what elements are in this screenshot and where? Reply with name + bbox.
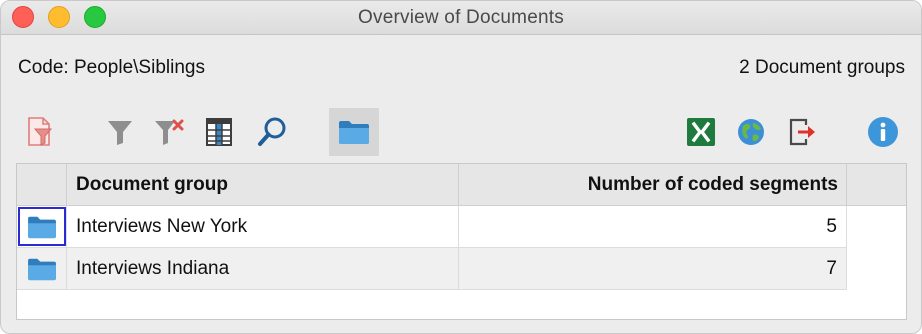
overview-window: Overview of Documents Code: People\Sibli… <box>0 0 922 334</box>
search-icon <box>258 117 286 146</box>
globe-icon <box>738 119 764 145</box>
table-view-button[interactable] <box>194 108 244 156</box>
document-filter-icon <box>28 117 53 146</box>
export-html-button[interactable] <box>726 108 776 156</box>
filter-button[interactable] <box>95 108 145 156</box>
table-header: Document group Number of coded segments <box>17 164 906 206</box>
export-button[interactable] <box>778 108 828 156</box>
coded-segments-count: 7 <box>459 248 847 289</box>
info-button[interactable] <box>858 108 908 156</box>
document-filter-button[interactable] <box>15 108 65 156</box>
table-row[interactable]: Interviews New York 5 <box>17 206 847 248</box>
export-excel-button[interactable] <box>676 108 726 156</box>
filter-icon <box>108 121 132 145</box>
document-groups-table: Document group Number of coded segments … <box>16 163 907 320</box>
document-group-name: Interviews New York <box>67 206 459 247</box>
table-columns-icon <box>206 118 232 146</box>
folder-icon <box>27 258 56 280</box>
search-button[interactable] <box>247 108 297 156</box>
document-groups-toggle[interactable] <box>329 108 379 156</box>
table-row[interactable]: Interviews Indiana 7 <box>17 248 847 290</box>
clear-filter-button[interactable] <box>144 108 194 156</box>
title-bar[interactable]: Overview of Documents <box>1 1 921 35</box>
column-header-coded-segments[interactable]: Number of coded segments <box>459 164 847 206</box>
folder-icon <box>339 121 369 144</box>
column-header-document-group[interactable]: Document group <box>67 164 459 206</box>
folder-icon <box>27 216 56 238</box>
coded-segments-count: 5 <box>459 206 847 247</box>
clear-filter-icon <box>155 119 184 145</box>
code-label: Code: People\Siblings <box>18 57 205 78</box>
icon-column-header[interactable] <box>17 164 67 206</box>
excel-export-icon <box>687 118 715 146</box>
info-icon <box>868 117 898 147</box>
window-title: Overview of Documents <box>358 7 564 28</box>
export-icon <box>789 118 815 146</box>
document-group-count: 2 Document groups <box>739 57 905 78</box>
row-icon-cell[interactable] <box>17 248 67 289</box>
row-icon-cell[interactable] <box>17 206 67 247</box>
document-group-name: Interviews Indiana <box>67 248 459 289</box>
